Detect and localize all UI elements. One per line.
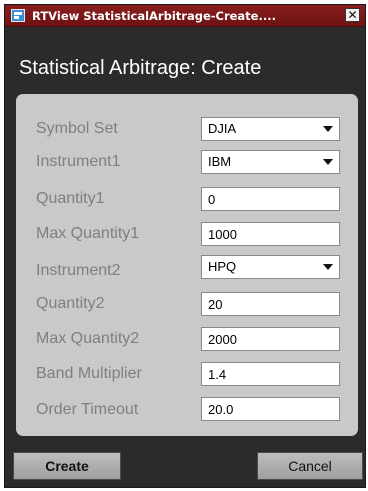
- max-quantity1-label: Max Quantity1: [36, 225, 140, 242]
- dialog-heading: Statistical Arbitrage: Create: [19, 57, 262, 79]
- chevron-down-icon: [323, 159, 333, 165]
- max-quantity2-field[interactable]: [201, 327, 340, 351]
- max-quantity1-field[interactable]: [201, 222, 340, 246]
- symbol-set-label: Symbol Set: [36, 120, 118, 137]
- close-button[interactable]: ✕: [345, 8, 360, 22]
- instrument1-label: Instrument1: [36, 153, 121, 170]
- quantity1-field[interactable]: [201, 187, 340, 211]
- order-timeout-label: Order Timeout: [36, 401, 139, 418]
- symbol-set-dropdown[interactable]: DJIA: [201, 117, 340, 141]
- create-button[interactable]: Create: [13, 452, 121, 480]
- chevron-down-icon: [323, 126, 333, 132]
- symbol-set-value: DJIA: [208, 121, 237, 136]
- quantity1-label: Quantity1: [36, 190, 105, 207]
- quantity2-field[interactable]: [201, 292, 340, 316]
- form-panel: Symbol Set DJIA Instrument1 IBM Quantity…: [16, 94, 358, 436]
- instrument1-value: IBM: [208, 154, 232, 169]
- cancel-button[interactable]: Cancel: [257, 452, 363, 480]
- title-bar[interactable]: RTView StatisticalArbitrage-Create.... ✕: [5, 5, 365, 27]
- instrument2-label: Instrument2: [36, 262, 121, 279]
- max-quantity2-label: Max Quantity2: [36, 330, 140, 347]
- instrument2-value: HPQ: [208, 259, 237, 274]
- app-icon: [11, 9, 25, 22]
- band-multiplier-field[interactable]: [201, 362, 340, 386]
- dialog-window: RTView StatisticalArbitrage-Create.... ✕…: [4, 4, 366, 488]
- band-multiplier-label: Band Multiplier: [36, 365, 142, 382]
- instrument2-dropdown[interactable]: HPQ: [201, 255, 340, 279]
- window-title: RTView StatisticalArbitrage-Create....: [32, 9, 276, 23]
- instrument1-dropdown[interactable]: IBM: [201, 150, 340, 174]
- order-timeout-field[interactable]: [201, 397, 340, 421]
- chevron-down-icon: [323, 264, 333, 270]
- quantity2-label: Quantity2: [36, 295, 105, 312]
